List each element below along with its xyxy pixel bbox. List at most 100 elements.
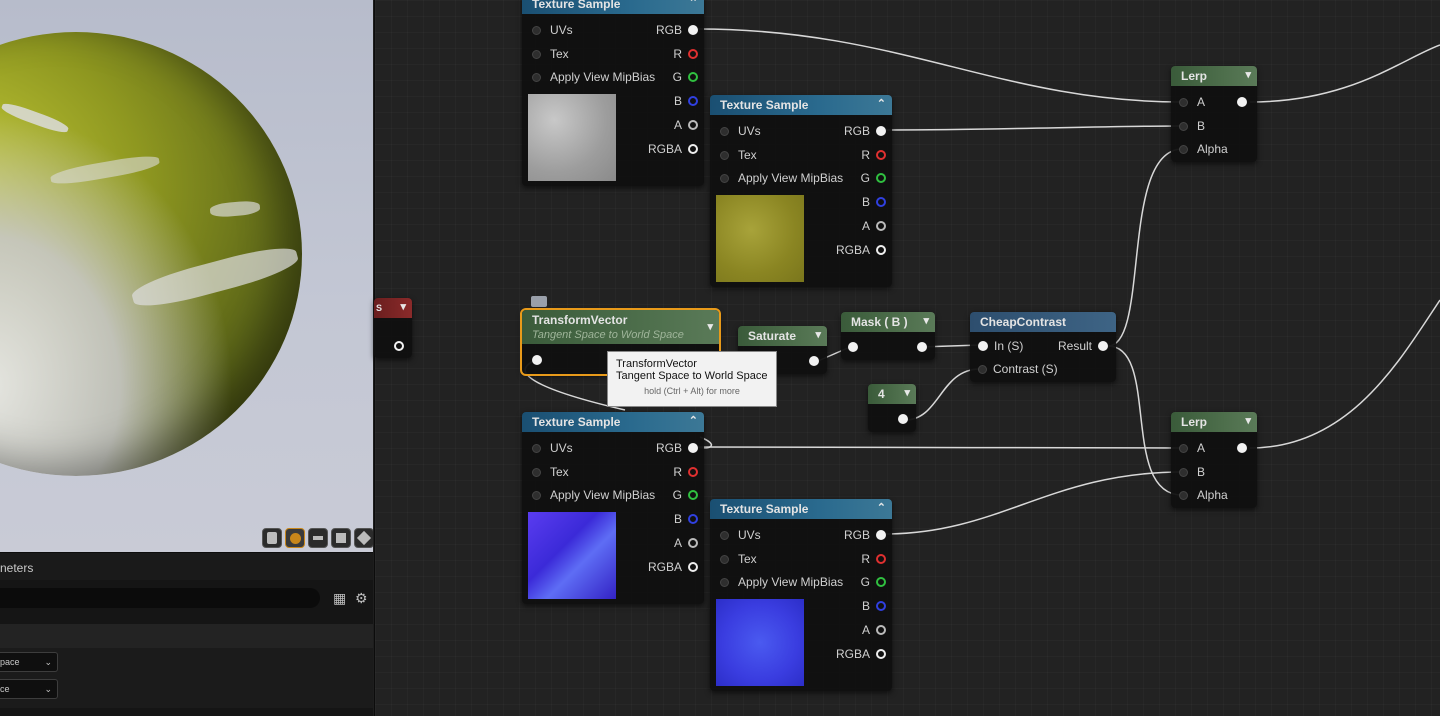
output-pin-row[interactable]: B <box>862 598 886 614</box>
input-pin-row[interactable]: Apply View MipBias <box>532 487 655 503</box>
output-pin-rgba[interactable] <box>688 144 698 154</box>
output-pin-row[interactable]: RGB <box>844 527 886 543</box>
input-pin-row[interactable]: B <box>1179 118 1205 134</box>
output-pin[interactable] <box>1237 443 1247 453</box>
input-pin-row[interactable]: A <box>1179 94 1205 110</box>
input-pin[interactable] <box>1179 97 1188 107</box>
input-pin[interactable] <box>1179 121 1188 131</box>
output-pin-row[interactable]: A <box>674 535 698 551</box>
output-pin[interactable] <box>394 341 404 351</box>
output-pin-row[interactable]: A <box>862 622 886 638</box>
texture-sample-node-2[interactable]: Texture Sample ⌃ UVs Tex Apply View MipBi… <box>710 95 892 287</box>
cheap-contrast-node[interactable]: CheapContrast In (S) Contrast (S) Result <box>970 312 1116 382</box>
output-pin-row[interactable]: G <box>861 170 886 186</box>
input-pin-row[interactable]: Tex <box>532 46 569 62</box>
output-pin-row[interactable]: RGBA <box>836 242 886 258</box>
parameters-search-input[interactable] <box>0 588 320 608</box>
material-preview-viewport[interactable] <box>0 0 373 552</box>
output-pin-row[interactable]: G <box>673 487 698 503</box>
output-pin-a[interactable] <box>688 538 698 548</box>
input-pin[interactable] <box>720 577 729 587</box>
comment-bubble-icon[interactable] <box>531 296 547 307</box>
input-pin[interactable] <box>720 150 729 160</box>
input-pin-row[interactable]: Tex <box>720 551 757 567</box>
output-pin-row[interactable]: RGBA <box>648 141 698 157</box>
input-pin-row[interactable]: Alpha <box>1179 141 1228 157</box>
output-pin-a[interactable] <box>688 120 698 130</box>
input-pin-row[interactable]: Alpha <box>1179 487 1228 503</box>
input-pin-row[interactable]: In (S) <box>978 338 1023 354</box>
sphere-icon[interactable] <box>285 528 305 548</box>
output-pin-row[interactable]: B <box>674 511 698 527</box>
input-pin[interactable] <box>1179 443 1188 453</box>
output-pin-row[interactable]: R <box>673 46 698 62</box>
output-pin-row[interactable]: R <box>861 551 886 567</box>
texture-sample-node-3[interactable]: Texture Sample ⌃ UVs Tex Apply View MipBi… <box>522 412 704 604</box>
output-pin-row[interactable]: RGB <box>656 440 698 456</box>
input-pin-row[interactable]: UVs <box>532 440 573 456</box>
chevron-up-icon[interactable]: ⌃ <box>877 501 886 514</box>
chevron-up-icon[interactable]: ⌃ <box>877 97 886 110</box>
output-pin-row[interactable]: B <box>862 194 886 210</box>
plane-icon[interactable] <box>308 528 328 548</box>
output-pin-row[interactable]: RGBA <box>648 559 698 575</box>
input-pin[interactable] <box>532 467 541 477</box>
output-pin-row[interactable]: Result <box>1058 338 1108 354</box>
input-pin-row[interactable]: UVs <box>720 123 761 139</box>
output-pin-row[interactable]: R <box>861 147 886 163</box>
input-pin-row[interactable]: Contrast (S) <box>978 361 1058 377</box>
partial-node[interactable]: S ▾ <box>374 298 412 358</box>
output-pin-r[interactable] <box>688 467 698 477</box>
output-pin-rgba[interactable] <box>876 649 886 659</box>
input-pin[interactable] <box>720 554 729 564</box>
input-pin-row[interactable]: UVs <box>532 22 573 38</box>
input-pin[interactable] <box>532 25 541 35</box>
chevron-down-icon[interactable]: ▾ <box>400 300 406 313</box>
output-pin-row[interactable]: R <box>673 464 698 480</box>
output-pin-g[interactable] <box>688 72 698 82</box>
input-pin[interactable] <box>848 342 858 352</box>
gear-icon[interactable]: ⚙ <box>355 590 368 607</box>
input-pin-row[interactable]: UVs <box>720 527 761 543</box>
output-pin-row[interactable]: A <box>862 218 886 234</box>
output-pin-row[interactable]: B <box>674 93 698 109</box>
output-pin-a[interactable] <box>876 221 886 231</box>
cylinder-icon[interactable] <box>262 528 282 548</box>
input-pin-row[interactable]: Tex <box>532 464 569 480</box>
output-pin-row[interactable]: RGBA <box>836 646 886 662</box>
output-pin[interactable] <box>809 356 819 366</box>
output-pin-row[interactable]: RGB <box>844 123 886 139</box>
chevron-down-icon[interactable]: ▾ <box>904 386 910 399</box>
output-pin-rgb[interactable] <box>876 126 886 136</box>
input-pin-row[interactable]: A <box>1179 440 1205 456</box>
output-pin-row[interactable]: A <box>674 117 698 133</box>
space-select[interactable]: pace ⌄ <box>0 652 58 672</box>
output-pin-a[interactable] <box>876 625 886 635</box>
lerp-node-1[interactable]: Lerp ▾ A B Alpha <box>1171 66 1257 162</box>
input-pin[interactable] <box>720 126 729 136</box>
output-pin[interactable] <box>917 342 927 352</box>
output-pin-row[interactable]: G <box>673 69 698 85</box>
output-pin-rgba[interactable] <box>688 562 698 572</box>
input-pin[interactable] <box>978 364 987 374</box>
chevron-down-icon[interactable]: ▾ <box>923 314 929 327</box>
chevron-down-icon[interactable]: ▾ <box>815 328 821 341</box>
input-pin-row[interactable]: B <box>1179 464 1205 480</box>
chevron-up-icon[interactable]: ⌃ <box>689 414 698 427</box>
texture-sample-node-4[interactable]: Texture Sample ⌃ UVs Tex Apply View MipBi… <box>710 499 892 691</box>
output-pin-b[interactable] <box>688 96 698 106</box>
input-pin-row[interactable]: Apply View MipBias <box>532 69 655 85</box>
output-pin-b[interactable] <box>876 601 886 611</box>
input-pin-row[interactable]: Tex <box>720 147 757 163</box>
input-pin-row[interactable]: Apply View MipBias <box>720 574 843 590</box>
table-icon[interactable]: ▦ <box>333 590 346 607</box>
output-pin-rgb[interactable] <box>688 443 698 453</box>
lerp-node-2[interactable]: Lerp ▾ A B Alpha <box>1171 412 1257 508</box>
input-pin-row[interactable]: Apply View MipBias <box>720 170 843 186</box>
mask-node[interactable]: Mask ( B ) ▾ <box>841 312 935 360</box>
chevron-down-icon[interactable]: ▾ <box>707 320 713 333</box>
input-pin[interactable] <box>978 341 988 351</box>
output-pin-rgb[interactable] <box>876 530 886 540</box>
output-pin-rgba[interactable] <box>876 245 886 255</box>
input-pin[interactable] <box>532 72 541 82</box>
